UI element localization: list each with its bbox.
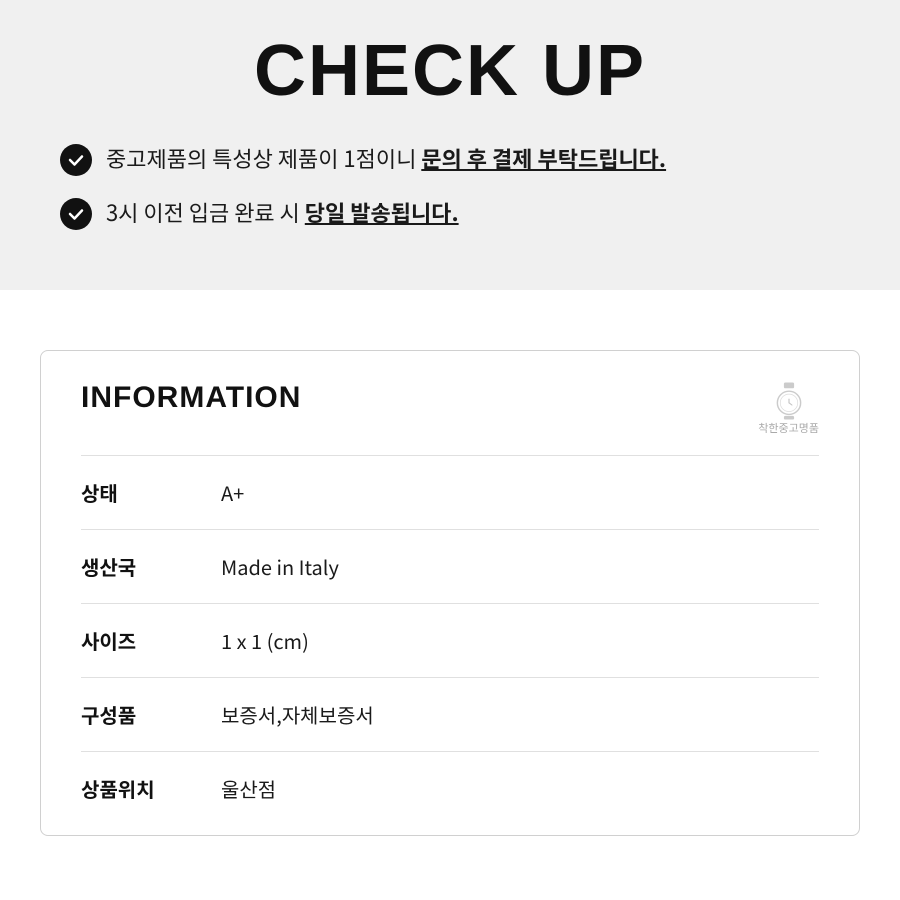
check-text-1-bold: 문의 후 결제 부탁드립니다.: [421, 142, 666, 174]
checkmark-icon-2: [60, 198, 92, 230]
label-size: 사이즈: [81, 604, 201, 678]
value-size: 1 x 1 (cm): [201, 604, 819, 678]
label-components: 구성품: [81, 678, 201, 752]
info-table: 상태 A+ 생산국 Made in Italy 사이즈 1 x 1 (cm) 구…: [81, 455, 819, 825]
check-text-2-bold: 당일 발송됩니다.: [305, 196, 459, 228]
page-title: CHECK UP: [60, 30, 840, 112]
check-text-2-plain: 3시 이전 입금 완료 시: [106, 196, 305, 228]
info-header: INFORMATION 착한중고명품: [81, 381, 819, 435]
checklist: 중고제품의 특성상 제품이 1점이니 문의 후 결제 부탁드립니다. 3시 이전…: [60, 142, 840, 250]
value-components: 보증서,자체보증서: [201, 678, 819, 752]
label-status: 상태: [81, 456, 201, 530]
header-section: CHECK UP 중고제품의 특성상 제품이 1점이니 문의 후 결제 부탁드립…: [0, 0, 900, 290]
label-origin: 생산국: [81, 530, 201, 604]
label-location: 상품위치: [81, 752, 201, 826]
logo-watermark: 착한중고명품: [758, 381, 819, 435]
table-row: 상품위치 울산점: [81, 752, 819, 826]
value-status: A+: [201, 456, 819, 530]
spacer: [0, 290, 900, 350]
table-row: 사이즈 1 x 1 (cm): [81, 604, 819, 678]
table-row: 생산국 Made in Italy: [81, 530, 819, 604]
value-location: 울산점: [201, 752, 819, 826]
checkmark-icon-1: [60, 144, 92, 176]
check-item-1: 중고제품의 특성상 제품이 1점이니 문의 후 결제 부탁드립니다.: [60, 142, 840, 176]
logo-text: 착한중고명품: [758, 421, 819, 435]
table-row: 상태 A+: [81, 456, 819, 530]
information-section: INFORMATION 착한중고명품 상태 A+ 생산국 Made in Ita…: [40, 350, 860, 836]
value-origin: Made in Italy: [201, 530, 819, 604]
info-section-title: INFORMATION: [81, 381, 301, 415]
check-text-1-plain: 중고제품의 특성상 제품이 1점이니: [106, 142, 421, 174]
logo-watch-icon: [769, 381, 809, 421]
check-text-2: 3시 이전 입금 완료 시 당일 발송됩니다.: [106, 196, 459, 229]
check-text-1: 중고제품의 특성상 제품이 1점이니 문의 후 결제 부탁드립니다.: [106, 142, 666, 175]
table-row: 구성품 보증서,자체보증서: [81, 678, 819, 752]
check-item-2: 3시 이전 입금 완료 시 당일 발송됩니다.: [60, 196, 840, 230]
